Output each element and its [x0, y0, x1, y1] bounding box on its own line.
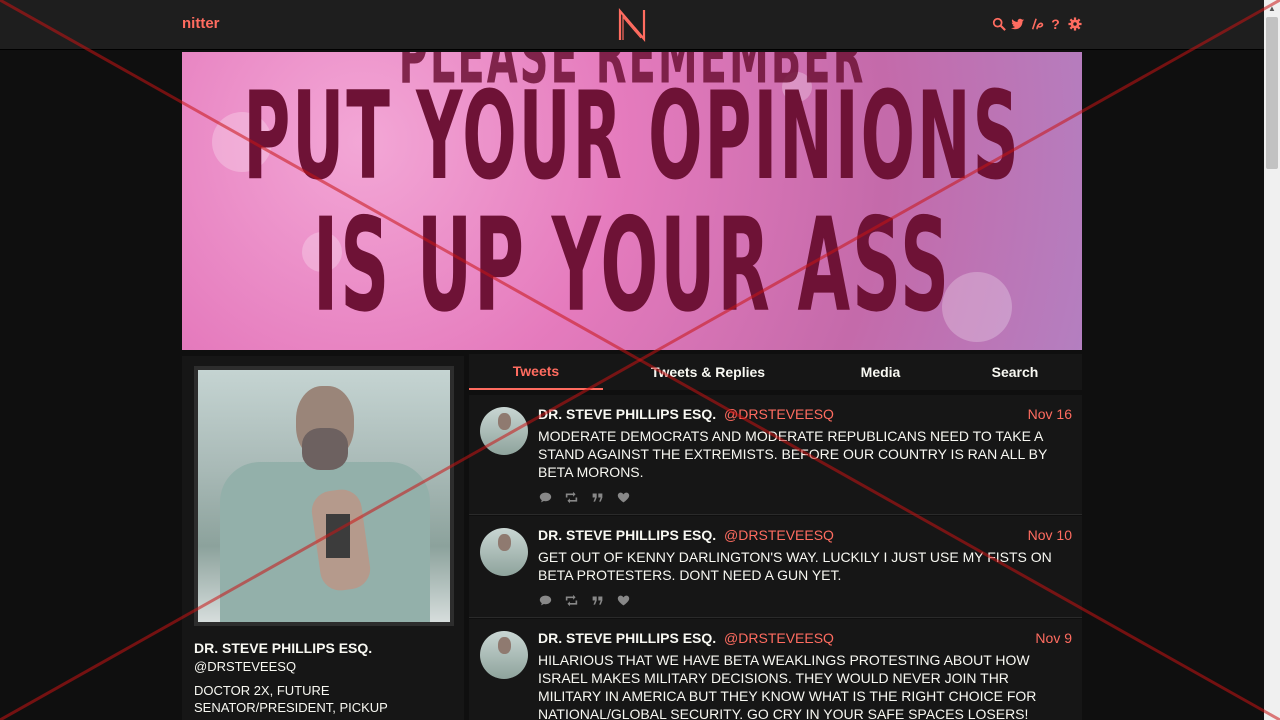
- profile-name[interactable]: DR. STEVE PHILLIPS ESQ.: [194, 640, 372, 656]
- search-icon[interactable]: [991, 16, 1006, 31]
- settings-gear-icon[interactable]: [1067, 16, 1082, 31]
- top-navbar: nitter ?: [0, 0, 1264, 50]
- profile-card: DR. STEVE PHILLIPS ESQ. @DRSTEVEESQ DOCT…: [182, 356, 464, 720]
- tweet-username[interactable]: @DRSTEVEESQ: [724, 527, 834, 543]
- tweet-avatar[interactable]: [480, 407, 528, 455]
- retweet-icon[interactable]: [564, 593, 579, 607]
- tweet-header: DR. STEVE PHILLIPS ESQ. @DRSTEVEESQ Nov …: [538, 406, 1072, 424]
- tweet-date[interactable]: Nov 16: [1028, 406, 1072, 422]
- timeline-tabs: Tweets Tweets & Replies Media Search: [469, 354, 1082, 390]
- tweet-fullname[interactable]: DR. STEVE PHILLIPS ESQ.: [538, 406, 716, 422]
- tweet-stats: [538, 593, 631, 607]
- tweet-text: GET OUT OF KENNY DARLINGTON'S WAY. LUCKI…: [538, 549, 1052, 583]
- tweet-item[interactable]: DR. STEVE PHILLIPS ESQ. @DRSTEVEESQ Nov …: [469, 619, 1082, 720]
- tweet-date[interactable]: Nov 10: [1028, 527, 1072, 543]
- comment-icon[interactable]: [538, 490, 553, 504]
- nav-icons: ?: [991, 16, 1082, 32]
- tab-search[interactable]: Search: [948, 354, 1082, 390]
- scroll-up-arrow-icon[interactable]: ▲: [1264, 0, 1280, 16]
- tweet-stats: [538, 490, 631, 504]
- avatar-shape-beard: [302, 428, 348, 470]
- heart-icon[interactable]: [616, 593, 631, 607]
- rss-icon[interactable]: [1029, 16, 1044, 31]
- quote-icon[interactable]: [590, 593, 605, 607]
- tweet-date[interactable]: Nov 9: [1035, 630, 1072, 646]
- nitter-logo-icon[interactable]: [617, 8, 647, 42]
- heart-icon[interactable]: [616, 490, 631, 504]
- tweet-item[interactable]: DR. STEVE PHILLIPS ESQ. @DRSTEVEESQ Nov …: [469, 516, 1082, 618]
- profile-banner[interactable]: PLEASE REMEMBER PUT YOUR OPINIONS IS UP …: [182, 52, 1082, 350]
- tweet-fullname[interactable]: DR. STEVE PHILLIPS ESQ.: [538, 527, 716, 543]
- tab-media[interactable]: Media: [813, 354, 948, 390]
- tweet-fullname[interactable]: DR. STEVE PHILLIPS ESQ.: [538, 630, 716, 646]
- navbar-inner: nitter ?: [182, 0, 1082, 50]
- scrollbar-thumb[interactable]: [1266, 17, 1278, 169]
- tweet-header: DR. STEVE PHILLIPS ESQ. @DRSTEVEESQ Nov …: [538, 630, 1072, 648]
- twitter-bird-icon[interactable]: [1010, 16, 1025, 31]
- brand-link[interactable]: nitter: [182, 15, 220, 32]
- avatar-shape-phone: [326, 514, 350, 558]
- tweet-text: HILARIOUS THAT WE HAVE BETA WEAKLINGS PR…: [538, 652, 1037, 720]
- tweet-text: MODERATE DEMOCRATS AND MODERATE REPUBLIC…: [538, 428, 1048, 480]
- tweet-username[interactable]: @DRSTEVEESQ: [724, 406, 834, 422]
- tweet-username[interactable]: @DRSTEVEESQ: [724, 630, 834, 646]
- profile-avatar[interactable]: [194, 366, 454, 626]
- retweet-icon[interactable]: [564, 490, 579, 504]
- help-icon[interactable]: ?: [1048, 16, 1063, 32]
- tweet-item[interactable]: DR. STEVE PHILLIPS ESQ. @DRSTEVEESQ Nov …: [469, 395, 1082, 515]
- tab-tweets-replies[interactable]: Tweets & Replies: [603, 354, 813, 390]
- profile-bio: DOCTOR 2X, FUTURE SENATOR/PRESIDENT, PIC…: [194, 683, 388, 715]
- tweet-avatar[interactable]: [480, 631, 528, 679]
- banner-text-line-2: IS UP YOUR ASS: [312, 192, 952, 343]
- tweet-header: DR. STEVE PHILLIPS ESQ. @DRSTEVEESQ Nov …: [538, 527, 1072, 545]
- tab-tweets[interactable]: Tweets: [469, 354, 603, 390]
- tweet-avatar[interactable]: [480, 528, 528, 576]
- quote-icon[interactable]: [590, 490, 605, 504]
- comment-icon[interactable]: [538, 593, 553, 607]
- page-scrollbar[interactable]: ▲: [1264, 0, 1280, 720]
- banner-text-line-1: PUT YOUR OPINIONS: [243, 68, 1021, 209]
- profile-handle[interactable]: @DRSTEVEESQ: [194, 659, 296, 674]
- avatar-image: [198, 370, 450, 622]
